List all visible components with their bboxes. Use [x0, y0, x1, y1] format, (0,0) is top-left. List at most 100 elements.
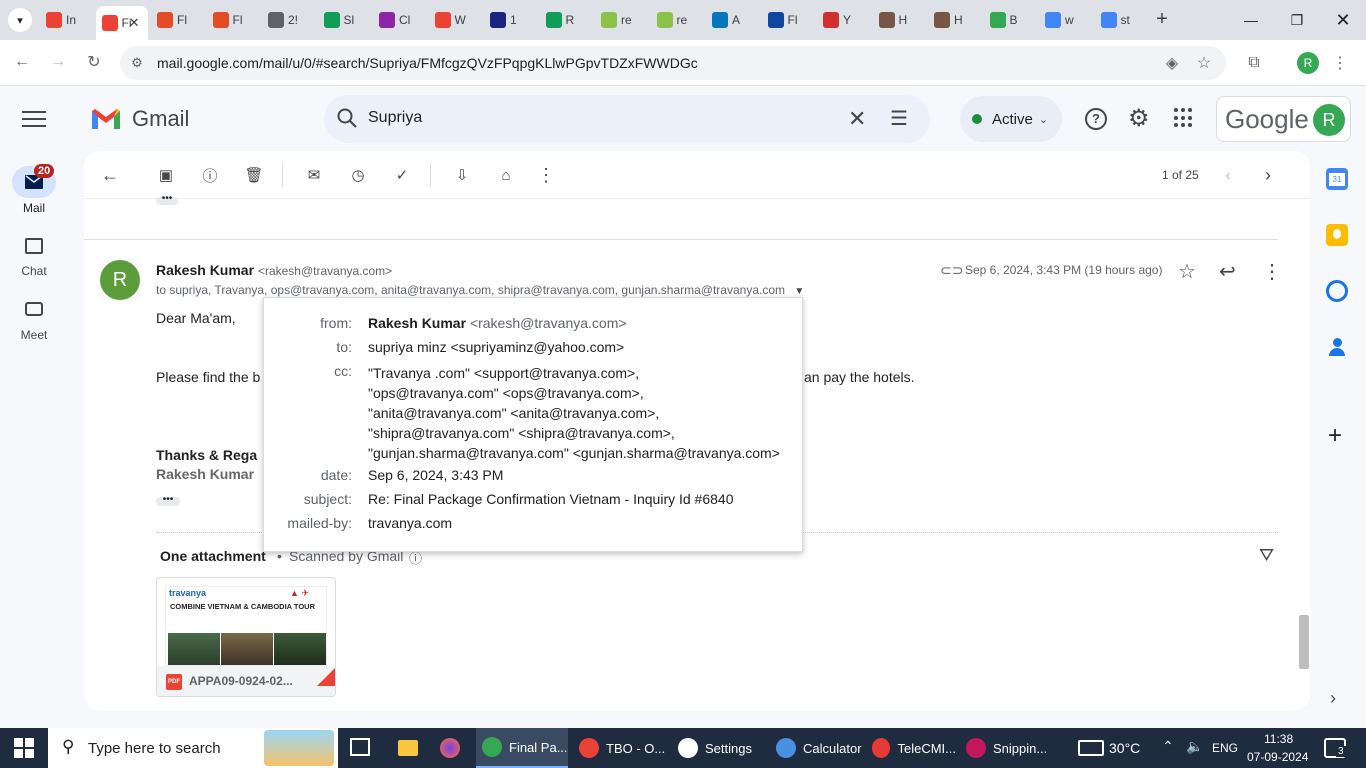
browser-tab[interactable]: Fl	[207, 6, 257, 34]
browser-tab[interactable]: H	[928, 6, 978, 34]
browser-tab[interactable]: 2!	[262, 6, 312, 34]
taskbar-app[interactable]: Calculator	[770, 728, 862, 768]
browser-tab[interactable]: re	[651, 6, 701, 34]
browser-tab[interactable]: H	[873, 6, 923, 34]
message-more-icon[interactable]: ⋮	[1262, 259, 1282, 284]
expand-side-panel-icon[interactable]: ›	[1330, 688, 1336, 709]
browser-tab[interactable]: W	[429, 6, 479, 34]
details-dropdown-icon[interactable]: ▼	[794, 286, 804, 297]
snooze-icon[interactable]: ◷	[348, 165, 368, 185]
rail-chat[interactable]: Chat	[0, 238, 68, 278]
new-tab-button[interactable]: +	[1150, 8, 1174, 32]
tasks-icon[interactable]	[1326, 280, 1348, 302]
browser-tab[interactable]: w	[1039, 6, 1089, 34]
main-menu-icon[interactable]	[22, 108, 46, 128]
volume-icon[interactable]: 🔈	[1186, 738, 1203, 755]
scrollbar[interactable]	[1299, 615, 1309, 669]
collapsed-thread-dots[interactable]: •••	[156, 194, 178, 205]
recipients-line[interactable]: to supriya, Travanya, ops@travanya.com, …	[156, 283, 804, 297]
calendar-icon[interactable]: 31	[1326, 168, 1348, 190]
site-info-icon[interactable]: ⚙	[126, 52, 148, 74]
sender-avatar[interactable]: R	[100, 260, 140, 300]
older-chevron-icon[interactable]: ›	[1258, 165, 1278, 185]
tab-search-button[interactable]: ▾	[8, 8, 32, 32]
search-options-icon[interactable]: ☰	[890, 106, 908, 131]
back-icon[interactable]: ←	[11, 51, 33, 73]
browser-tab[interactable]: Y	[817, 6, 867, 34]
browser-menu-icon[interactable]: ⋮	[1329, 52, 1351, 74]
trimmed-content-dots[interactable]: •••	[156, 495, 180, 506]
clock-time[interactable]: 11:38	[1264, 732, 1293, 746]
taskbar-search[interactable]: ⚲ Type here to search	[48, 728, 338, 768]
firefox-icon[interactable]	[440, 738, 460, 758]
apps-grid-icon[interactable]	[1174, 108, 1194, 128]
browser-tab[interactable]: Cl	[373, 6, 423, 34]
notifications-icon[interactable]: 3	[1324, 738, 1346, 758]
extensions-icon[interactable]: ⧉	[1243, 52, 1265, 74]
reload-icon[interactable]: ↻	[83, 51, 105, 73]
google-account-box[interactable]: Google R	[1216, 96, 1351, 142]
keep-icon[interactable]	[1326, 224, 1348, 246]
close-tab-icon[interactable]: ✕	[129, 15, 140, 31]
status-selector[interactable]: Active ⌄	[960, 96, 1062, 142]
star-icon[interactable]: ☆	[1178, 259, 1196, 284]
settings-gear-icon[interactable]: ⚙	[1128, 104, 1150, 133]
search-input[interactable]: Supriya	[368, 109, 422, 127]
archive-icon[interactable]: ▣	[156, 165, 176, 185]
lens-icon[interactable]: ◈	[1161, 52, 1183, 74]
browser-tab[interactable]: Fl	[762, 6, 812, 34]
newer-chevron-icon[interactable]: ‹	[1218, 165, 1238, 185]
browser-tab[interactable]: re	[595, 6, 645, 34]
close-window-button[interactable]: ✕	[1320, 0, 1366, 40]
tray-chevron-icon[interactable]: ⌃	[1162, 738, 1174, 755]
sender-name[interactable]: Rakesh Kumar	[156, 262, 254, 278]
file-explorer-icon[interactable]	[398, 740, 418, 756]
reply-icon[interactable]: ↩	[1219, 259, 1236, 284]
add-task-icon[interactable]: ✓	[392, 165, 412, 185]
delete-icon[interactable]: 🗑	[244, 165, 264, 185]
label-icon[interactable]: ⌂	[496, 165, 516, 185]
browser-tab[interactable]: A	[706, 6, 756, 34]
get-addons-icon[interactable]: +	[1328, 422, 1342, 450]
browser-tab[interactable]: Fl	[151, 6, 201, 34]
account-avatar[interactable]: R	[1313, 104, 1345, 136]
minimize-button[interactable]: —	[1228, 0, 1274, 40]
browser-tab[interactable]: Fi ✕	[95, 6, 148, 40]
browser-tab[interactable]: 1	[484, 6, 534, 34]
url-text[interactable]: mail.google.com/mail/u/0/#search/Supriya…	[157, 55, 698, 71]
browser-tab[interactable]: R	[540, 6, 590, 34]
rail-meet[interactable]: Meet	[0, 302, 68, 342]
taskbar-app[interactable]: Settings	[672, 728, 766, 768]
mark-unread-icon[interactable]: ✉	[304, 165, 324, 185]
maximize-button[interactable]: ❐	[1274, 0, 1320, 40]
contacts-icon[interactable]	[1326, 336, 1348, 358]
weather-icon[interactable]	[1078, 740, 1104, 756]
taskbar-app[interactable]: TeleCMI...	[866, 728, 956, 768]
clock-date[interactable]: 07-09-2024	[1247, 750, 1308, 764]
search-icon[interactable]	[336, 107, 358, 134]
move-to-icon[interactable]: ⇩	[452, 165, 472, 185]
browser-tab[interactable]: B	[984, 6, 1034, 34]
gmail-logo[interactable]: Gmail	[90, 106, 189, 132]
browser-tab[interactable]: Sl	[318, 6, 368, 34]
task-view-icon[interactable]	[350, 738, 370, 756]
start-button[interactable]	[14, 738, 34, 758]
language-indicator[interactable]: ENG	[1212, 741, 1238, 755]
rail-mail[interactable]: 20 Mail	[0, 164, 68, 215]
report-spam-icon[interactable]: ⓘ	[200, 165, 220, 185]
attachment-card[interactable]: travanya ▲ ✈ COMBINE VIETNAM & CAMBODIA …	[156, 577, 336, 697]
bookmark-star-icon[interactable]: ☆	[1193, 52, 1215, 74]
profile-avatar[interactable]: R	[1297, 52, 1319, 74]
add-to-drive-icon[interactable]: ⛛	[1259, 545, 1274, 566]
help-icon[interactable]: ?	[1085, 108, 1107, 130]
back-to-list-icon[interactable]: ←	[100, 165, 120, 185]
taskbar-app[interactable]: Snippin...	[960, 728, 1060, 768]
browser-tab[interactable]: In	[40, 6, 90, 34]
temperature-label[interactable]: 30°C	[1109, 740, 1140, 756]
taskbar-app[interactable]: Final Pa...	[476, 728, 568, 768]
taskbar-app[interactable]: TBO - O...	[573, 728, 667, 768]
clear-search-icon[interactable]: ✕	[848, 106, 866, 132]
forward-icon[interactable]: →	[47, 51, 69, 73]
browser-tab[interactable]: st	[1095, 6, 1145, 34]
more-actions-icon[interactable]: ⋮	[536, 165, 556, 185]
